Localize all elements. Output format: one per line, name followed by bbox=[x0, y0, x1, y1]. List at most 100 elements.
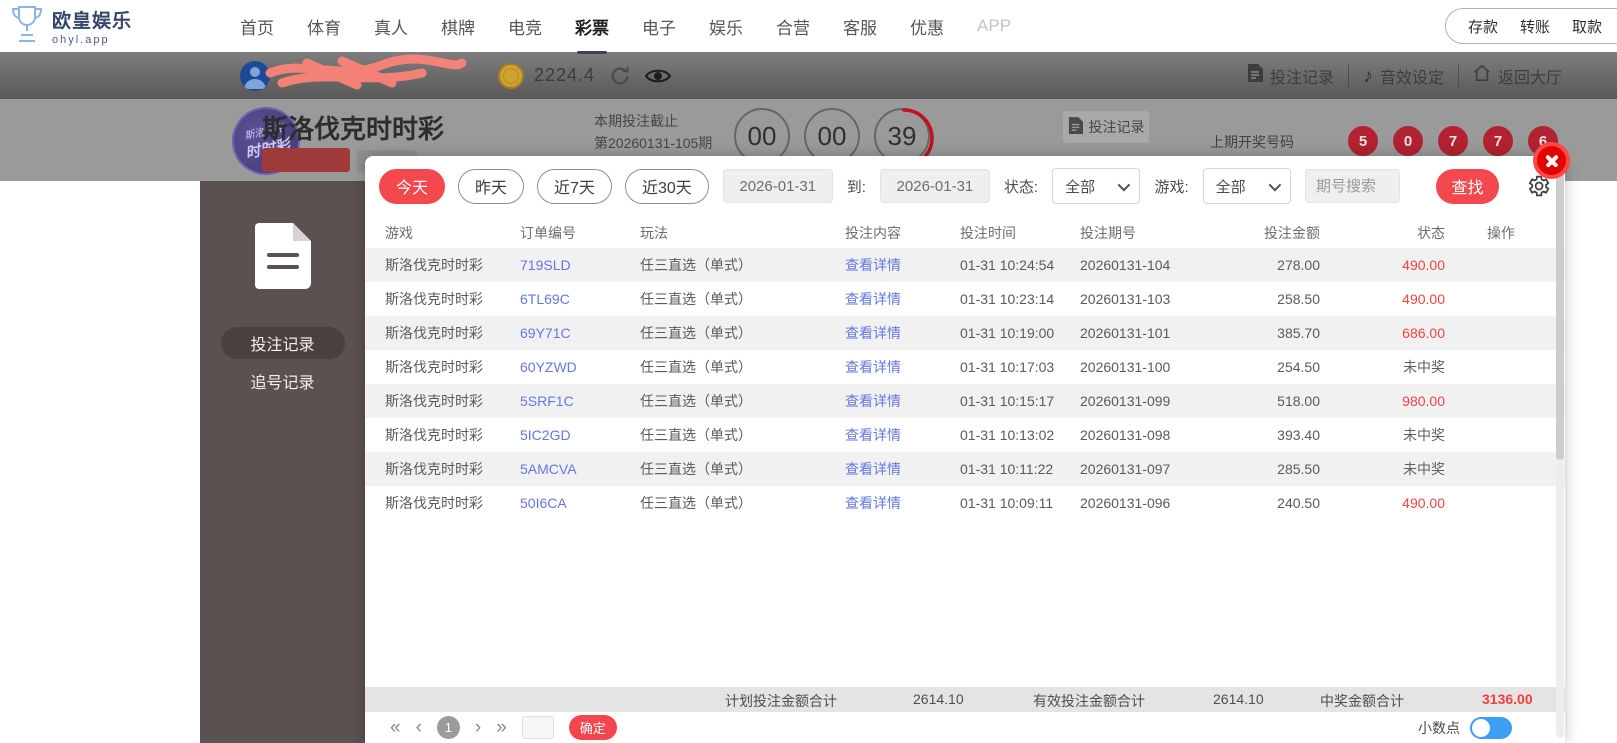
sidebar-item[interactable]: 追号记录 bbox=[221, 365, 345, 397]
close-icon[interactable] bbox=[1533, 142, 1570, 179]
order-id-link[interactable]: 5AMCVA bbox=[520, 461, 640, 477]
site-title: 欧皇娱乐 bbox=[52, 11, 133, 32]
view-details-link[interactable]: 查看详情 bbox=[845, 391, 960, 411]
wallet-action-button[interactable]: 存款 bbox=[1468, 16, 1498, 37]
wallet-actions: 存款 转账 取款 bbox=[1444, 8, 1617, 44]
redacted-username-scribble bbox=[262, 51, 472, 100]
nav-menu-item[interactable]: 电子 bbox=[642, 14, 676, 39]
view-details-link[interactable]: 查看详情 bbox=[845, 255, 960, 275]
order-id-link[interactable]: 69Y71C bbox=[520, 325, 640, 341]
nav-menu-item[interactable]: 娱乐 bbox=[709, 14, 743, 39]
table-body: 斯洛伐克时时彩 719SLD 任三直选（单式） 查看详情 01-31 10:24… bbox=[365, 248, 1565, 520]
valid-total-value: 2614.10 bbox=[1213, 691, 1264, 707]
page-confirm-button[interactable]: 确定 bbox=[568, 715, 617, 740]
column-header: 玩法 bbox=[640, 225, 668, 241]
nav-menu-item[interactable]: 优惠 bbox=[910, 14, 944, 39]
nav-menu-item[interactable]: 合营 bbox=[776, 14, 810, 39]
next-page-button[interactable]: › bbox=[475, 718, 481, 737]
view-details-link[interactable]: 查看详情 bbox=[845, 323, 960, 343]
order-id-link[interactable]: 60YZWD bbox=[520, 359, 640, 375]
home-icon bbox=[1473, 64, 1491, 87]
planned-total-value: 2614.10 bbox=[913, 691, 964, 707]
search-button[interactable]: 查找 bbox=[1435, 168, 1499, 204]
game-action-button-red[interactable] bbox=[262, 148, 350, 172]
draw-number-ball: 7 bbox=[1438, 126, 1468, 156]
nav-menu-item[interactable]: 棋牌 bbox=[441, 14, 475, 39]
prev-page-button[interactable]: ‹ bbox=[416, 718, 422, 737]
column-header: 订单编号 bbox=[520, 225, 576, 241]
first-page-button[interactable]: « bbox=[390, 718, 401, 737]
nav-menu-item[interactable]: 真人 bbox=[374, 14, 408, 39]
quick-date-filter[interactable]: 昨天 bbox=[458, 168, 525, 204]
quick-date-filter[interactable]: 近7天 bbox=[537, 168, 612, 204]
column-header: 游戏 bbox=[385, 225, 413, 241]
user-bar: 2224.4 投注记录 ♪ 音效设定 返回大厅 bbox=[0, 52, 1617, 99]
sound-settings-link[interactable]: ♪ 音效设定 bbox=[1363, 64, 1444, 88]
document-icon bbox=[1247, 64, 1263, 87]
chevron-down-icon bbox=[1268, 178, 1282, 191]
current-period: 第20260131-105期 bbox=[594, 135, 713, 151]
table-row: 斯洛伐克时时彩 50I6CA 任三直选（单式） 查看详情 01-31 10:09… bbox=[385, 493, 1445, 513]
draw-number-ball: 7 bbox=[1483, 126, 1513, 156]
eye-icon[interactable] bbox=[645, 66, 672, 86]
last-draw-label: 上期开奖号码 bbox=[1210, 134, 1294, 150]
filter-bar: 今天昨天近7天近30天 到: 状态: 全部 游戏: 全部 查找 bbox=[365, 156, 1565, 204]
table-row: 斯洛伐克时时彩 60YZWD 任三直选（单式） 查看详情 01-31 10:17… bbox=[385, 357, 1445, 377]
order-id-link[interactable]: 5IC2GD bbox=[520, 427, 640, 443]
wallet-action-button[interactable]: 取款 bbox=[1572, 16, 1602, 37]
column-header: 操作 bbox=[1487, 225, 1515, 241]
nav-menu-item[interactable]: 客服 bbox=[843, 14, 877, 39]
pagination-bar: « ‹ 1 › » 确定 小数点 bbox=[365, 712, 1565, 743]
table-header-row: 游戏 订单编号 玩法 投注内容 投注时间 投注期号 投注金额 状态 操作 bbox=[365, 218, 1565, 248]
draw-number-ball: 5 bbox=[1348, 126, 1378, 156]
site-domain: ohyl.app bbox=[52, 34, 110, 46]
nav-menu-item[interactable]: 体育 bbox=[307, 14, 341, 39]
trophy-icon bbox=[10, 4, 44, 49]
modal-sidebar: 投注记录 追号记录 bbox=[200, 181, 365, 743]
bet-records-button[interactable]: 投注记录 bbox=[1063, 111, 1149, 143]
status-select[interactable]: 全部 bbox=[1052, 168, 1141, 204]
view-details-link[interactable]: 查看详情 bbox=[845, 357, 960, 377]
refresh-icon[interactable] bbox=[609, 65, 631, 87]
win-total-value: 3136.00 bbox=[1482, 691, 1533, 707]
order-id-link[interactable]: 5SRF1C bbox=[520, 393, 640, 409]
column-header: 投注时间 bbox=[960, 225, 1016, 241]
back-to-lobby-link[interactable]: 返回大厅 bbox=[1473, 64, 1562, 88]
order-id-link[interactable]: 719SLD bbox=[520, 257, 640, 273]
scrollbar-thumb[interactable] bbox=[1556, 160, 1564, 460]
balance-amount: 2224.4 bbox=[534, 65, 596, 85]
view-details-link[interactable]: 查看详情 bbox=[845, 459, 960, 479]
divider bbox=[1457, 64, 1459, 87]
period-search-input[interactable] bbox=[1304, 169, 1400, 203]
game-select[interactable]: 全部 bbox=[1202, 168, 1291, 204]
order-id-link[interactable]: 50I6CA bbox=[520, 495, 640, 511]
view-details-link[interactable]: 查看详情 bbox=[845, 493, 960, 513]
wallet-action-button[interactable]: 转账 bbox=[1520, 16, 1550, 37]
draw-number-ball: 0 bbox=[1393, 126, 1423, 156]
order-id-link[interactable]: 6TL69C bbox=[520, 291, 640, 307]
column-header: 状态 bbox=[1417, 225, 1445, 241]
top-navbar: 欧皇娱乐 ohyl.app 首页 体育 真人 棋牌 电竞 彩票 电子 娱乐 合营 客服 优惠 APP … bbox=[0, 0, 1617, 52]
win-total-label: 中奖金额合计 bbox=[1320, 693, 1404, 709]
page-jump-input[interactable] bbox=[521, 716, 554, 739]
quick-date-filter[interactable]: 近30天 bbox=[624, 168, 709, 204]
date-to-input[interactable] bbox=[879, 169, 990, 203]
last-page-button[interactable]: » bbox=[496, 718, 507, 737]
document-icon bbox=[1068, 117, 1083, 137]
site-logo[interactable]: 欧皇娱乐 ohyl.app bbox=[10, 4, 132, 49]
table-row: 斯洛伐克时时彩 719SLD 任三直选（单式） 查看详情 01-31 10:24… bbox=[365, 248, 1565, 282]
column-header: 投注金额 bbox=[1264, 225, 1320, 241]
nav-menu-item[interactable]: 首页 bbox=[240, 14, 274, 39]
sidebar-item[interactable]: 投注记录 bbox=[220, 327, 345, 359]
decimal-toggle[interactable] bbox=[1470, 716, 1512, 739]
view-details-link[interactable]: 查看详情 bbox=[845, 425, 960, 445]
last-draw-numbers: 50776 bbox=[1348, 126, 1558, 156]
view-details-link[interactable]: 查看详情 bbox=[845, 289, 960, 309]
nav-menu-item[interactable]: APP bbox=[977, 16, 1011, 36]
bet-records-link[interactable]: 投注记录 bbox=[1247, 64, 1334, 88]
nav-menu-item[interactable]: 彩票 bbox=[575, 14, 609, 39]
current-page[interactable]: 1 bbox=[436, 716, 460, 739]
date-from-input[interactable] bbox=[722, 169, 833, 203]
nav-menu-item[interactable]: 电竞 bbox=[508, 14, 542, 39]
quick-date-filter[interactable]: 今天 bbox=[379, 168, 446, 204]
